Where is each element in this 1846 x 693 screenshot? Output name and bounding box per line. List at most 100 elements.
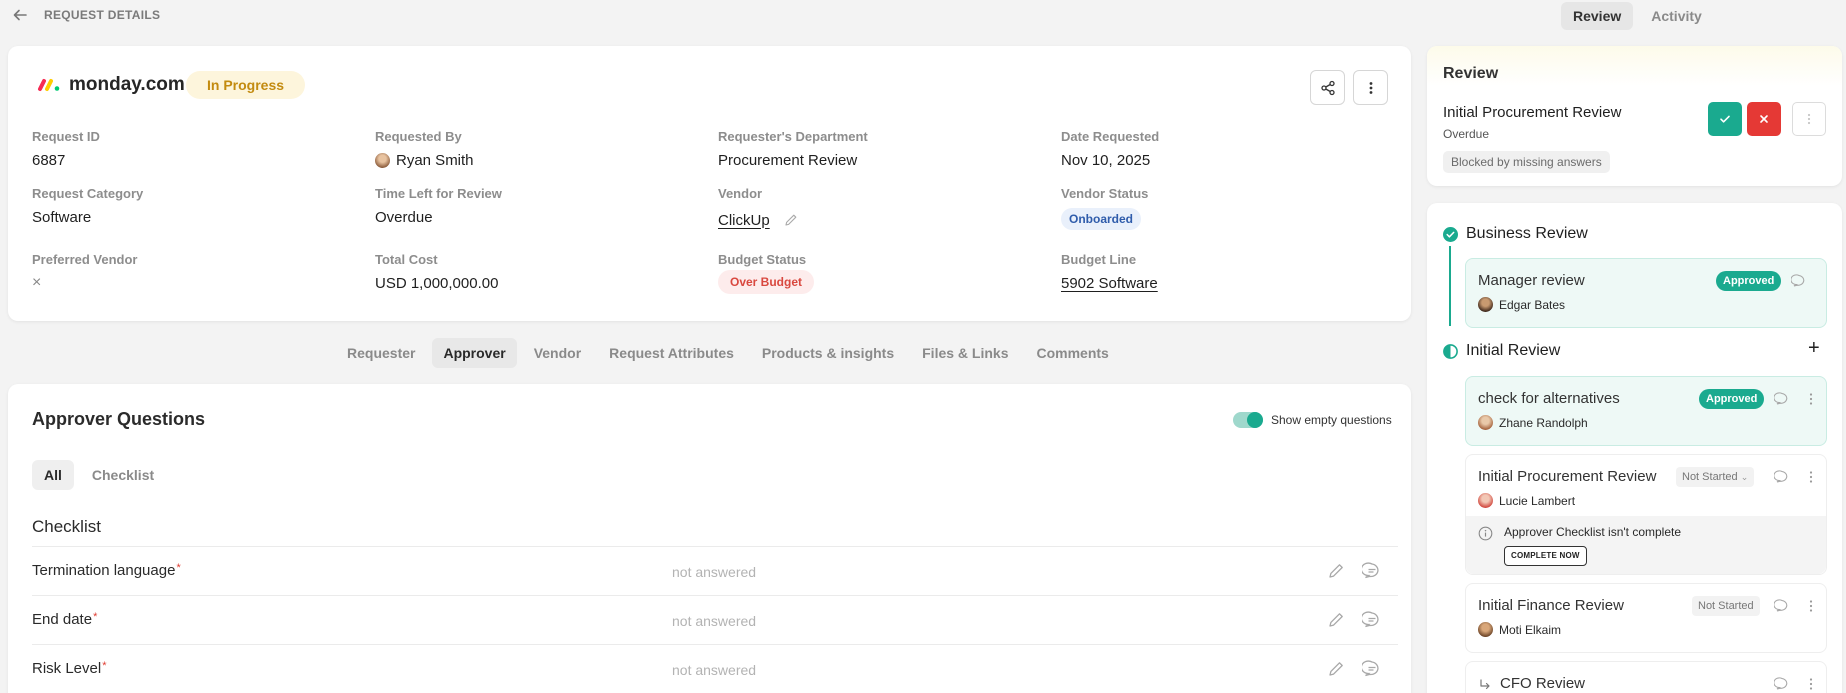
- questions-title: Approver Questions: [32, 409, 206, 429]
- more-vertical-icon[interactable]: [1803, 391, 1819, 407]
- task-cfo-review[interactable]: CFO Review: [1465, 661, 1827, 693]
- tab-vendor[interactable]: Vendor: [523, 338, 592, 368]
- vendor-logo: monday.com: [37, 74, 185, 96]
- reject-button[interactable]: [1747, 102, 1781, 136]
- status-badge: Approved: [1699, 389, 1765, 409]
- comment-icon[interactable]: [1774, 598, 1790, 614]
- section-tabs: Requester Approver Vendor Request Attrib…: [336, 338, 1126, 368]
- task-manager-review[interactable]: Manager review Edgar Bates Approved: [1465, 258, 1827, 328]
- task-check-alternatives[interactable]: check for alternatives Zhane Randolph Ap…: [1465, 376, 1827, 446]
- tab-requester[interactable]: Requester: [336, 338, 426, 368]
- comment-icon[interactable]: [1774, 391, 1790, 407]
- current-step: Initial Procurement Review: [1443, 104, 1622, 121]
- stage-initial-review: Initial Review: [1443, 342, 1560, 360]
- tab-comments[interactable]: Comments: [1025, 338, 1119, 368]
- subtab-checklist[interactable]: Checklist: [80, 460, 166, 490]
- share-icon: [1320, 80, 1335, 95]
- avatar: [1478, 493, 1493, 508]
- checklist-heading: Checklist: [32, 517, 101, 536]
- step-status: Overdue: [1443, 127, 1490, 141]
- check-circle-icon: [1443, 226, 1458, 242]
- page-title: REQUEST DETAILS: [44, 8, 161, 22]
- stage-business-review: Business Review: [1443, 225, 1588, 243]
- panel-tabs: Review Activity: [1561, 2, 1714, 30]
- vendor-name: monday.com: [69, 74, 185, 95]
- blocked-badge: Blocked by missing answers: [1443, 151, 1610, 173]
- back-arrow-icon[interactable]: [12, 7, 28, 23]
- more-options-button[interactable]: [1353, 70, 1388, 105]
- comment-icon[interactable]: [1774, 469, 1790, 485]
- comment-icon[interactable]: [1362, 610, 1382, 630]
- subtab-all[interactable]: All: [32, 460, 74, 490]
- more-vertical-icon: [1807, 113, 1811, 125]
- avatar: [1478, 415, 1493, 430]
- review-title: Review: [1443, 65, 1499, 82]
- workflow-card: Business Review Manager review Edgar Bat…: [1427, 203, 1842, 693]
- complete-now-button[interactable]: COMPLETE NOW: [1504, 546, 1587, 566]
- tab-request-attributes[interactable]: Request Attributes: [598, 338, 745, 368]
- field-total-cost: Total Cost USD 1,000,000.00: [375, 252, 499, 292]
- approve-button[interactable]: [1708, 102, 1742, 136]
- edit-icon[interactable]: [1326, 610, 1346, 630]
- status-dropdown[interactable]: Not Started ⌄: [1676, 467, 1755, 487]
- comment-icon[interactable]: [1774, 676, 1790, 692]
- avatar: [1478, 297, 1493, 312]
- avatar: [1478, 622, 1493, 637]
- tab-activity[interactable]: Activity: [1639, 2, 1714, 30]
- request-summary-card: monday.com In Progress Request ID 6887 R…: [8, 46, 1411, 321]
- question-filter-tabs: All Checklist: [32, 460, 166, 490]
- edit-icon[interactable]: [1326, 659, 1346, 679]
- budget-status-badge: Over Budget: [718, 270, 815, 294]
- field-budget-line: Budget Line 5902 Software: [1061, 252, 1158, 292]
- vendor-link[interactable]: ClickUp: [718, 212, 770, 229]
- avatar: [375, 152, 390, 168]
- comment-icon[interactable]: [1362, 561, 1382, 581]
- close-icon: [1760, 115, 1768, 123]
- more-vertical-icon[interactable]: [1803, 676, 1819, 692]
- more-vertical-icon[interactable]: [1803, 598, 1819, 614]
- share-button[interactable]: [1310, 70, 1345, 105]
- pencil-icon[interactable]: [784, 213, 798, 227]
- task-initial-procurement-review[interactable]: Initial Procurement Review Lucie Lambert…: [1465, 454, 1827, 575]
- more-vertical-icon: [1369, 81, 1372, 94]
- tab-review[interactable]: Review: [1561, 2, 1634, 30]
- vendor-status-badge: Onboarded: [1061, 208, 1142, 230]
- top-bar: REQUEST DETAILS Review Activity: [0, 0, 1846, 30]
- status-badge: Approved: [1716, 271, 1782, 291]
- x-icon: ×: [32, 274, 42, 291]
- status-badge: Not Started: [1692, 596, 1760, 616]
- comment-icon[interactable]: [1791, 273, 1807, 289]
- tab-products-insights[interactable]: Products & insights: [751, 338, 905, 368]
- field-department: Requester's Department Procurement Revie…: [718, 129, 868, 169]
- task-initial-finance-review[interactable]: Initial Finance Review Moti Elkaim Not S…: [1465, 583, 1827, 653]
- show-empty-toggle[interactable]: Show empty questions: [1233, 412, 1392, 428]
- field-vendor-status: Vendor Status Onboarded: [1061, 186, 1148, 230]
- tab-files-links[interactable]: Files & Links: [911, 338, 1019, 368]
- add-step-button[interactable]: +: [1808, 337, 1820, 360]
- field-request-id: Request ID 6887: [32, 129, 100, 169]
- field-date-requested: Date Requested Nov 10, 2025: [1061, 129, 1160, 169]
- approver-questions-card: Approver Questions Show empty questions …: [8, 384, 1411, 693]
- monday-logo-icon: [37, 78, 61, 92]
- field-category: Request Category Software: [32, 186, 144, 226]
- check-icon: [1720, 115, 1730, 123]
- field-time-left: Time Left for Review Overdue: [375, 186, 502, 226]
- review-card: Review Initial Procurement Review Overdu…: [1427, 46, 1842, 186]
- more-vertical-icon[interactable]: [1803, 469, 1819, 485]
- half-circle-icon: [1443, 343, 1458, 359]
- tab-approver[interactable]: Approver: [432, 338, 517, 368]
- question-row: Risk Level* not answered: [32, 644, 1398, 693]
- checklist-warning: Approver Checklist isn't complete COMPLE…: [1466, 516, 1826, 574]
- field-requested-by: Requested By Ryan Smith: [375, 129, 474, 169]
- field-preferred-vendor: Preferred Vendor ×: [32, 252, 138, 291]
- field-vendor: Vendor ClickUp: [718, 186, 798, 230]
- comment-icon[interactable]: [1362, 659, 1382, 679]
- chevron-down-icon: ⌄: [1740, 472, 1749, 482]
- review-more-button[interactable]: [1792, 102, 1826, 136]
- edit-icon[interactable]: [1326, 561, 1346, 581]
- toggle-switch[interactable]: [1233, 412, 1263, 428]
- budget-line-link[interactable]: 5902 Software: [1061, 275, 1158, 292]
- status-badge: In Progress: [186, 71, 306, 99]
- question-row: Termination language* not answered: [32, 546, 1398, 595]
- subtask-arrow-icon: [1478, 678, 1492, 692]
